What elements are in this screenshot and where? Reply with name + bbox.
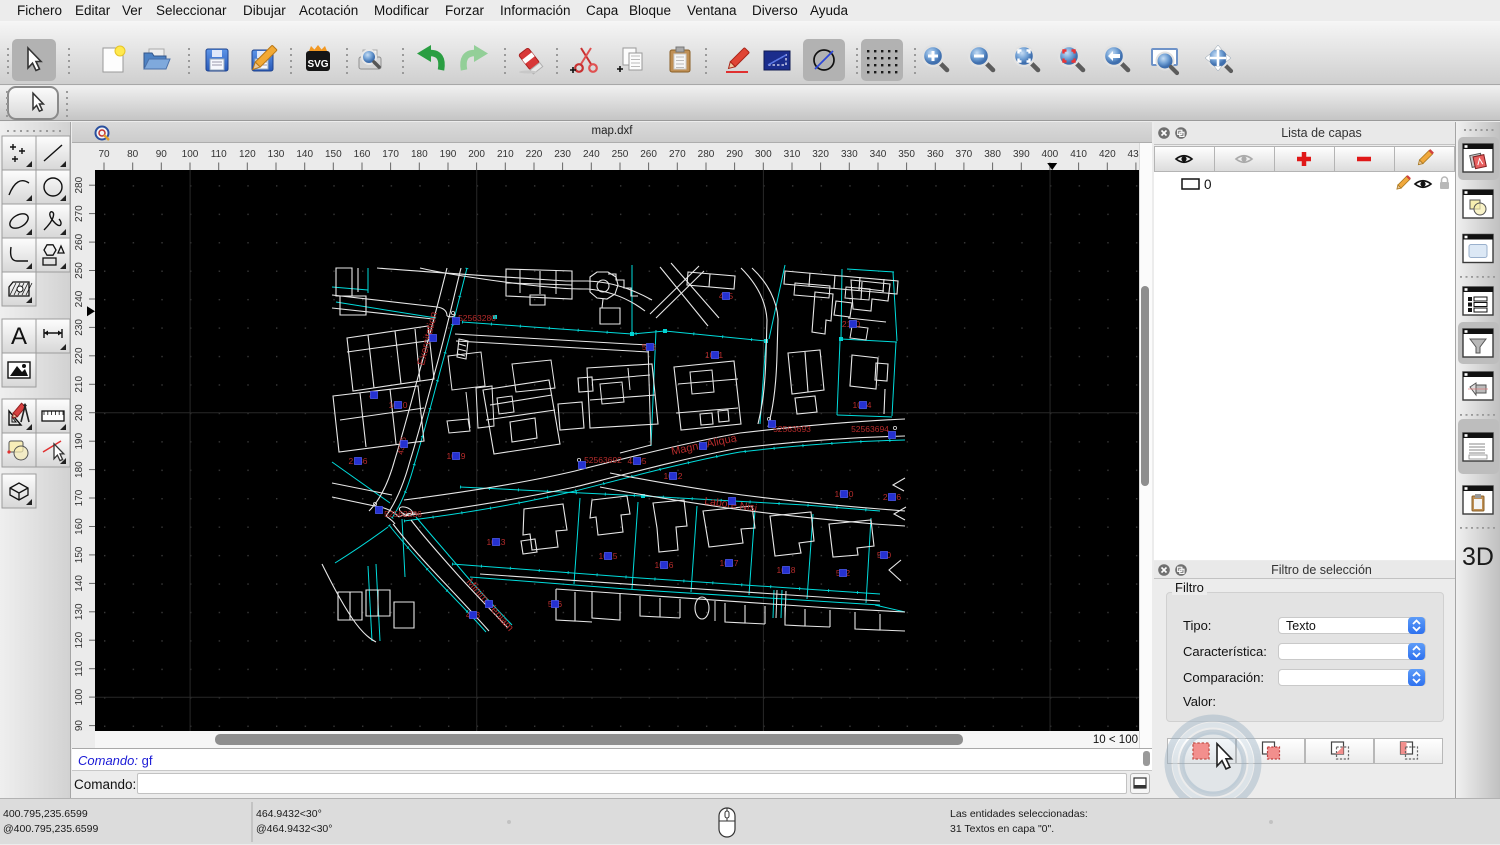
svg-text:300: 300 [755,149,772,160]
svg-text:SVG: SVG [307,59,328,70]
svg-text:90: 90 [74,720,85,731]
svg-text:130: 130 [268,149,285,160]
svg-text:410: 410 [1070,149,1087,160]
svg-text:260: 260 [640,149,657,160]
svg-text:160: 160 [354,149,371,160]
svg-text:180: 180 [411,149,428,160]
svg-text:360: 360 [927,149,944,160]
svg-text:230: 230 [554,149,571,160]
svg-text:100: 100 [74,688,85,705]
svg-text:420: 420 [1099,149,1116,160]
svg-text:110: 110 [211,149,227,160]
svg-text:270: 270 [669,149,686,160]
svg-text:250: 250 [74,262,85,279]
svg-text:240: 240 [583,149,600,160]
svg-text:120: 120 [239,149,256,160]
svg-text:290: 290 [726,149,743,160]
svg-text:230: 230 [74,319,85,336]
svg-text:180: 180 [74,461,85,478]
svg-text:370: 370 [956,149,973,160]
svg-text:150: 150 [325,149,342,160]
svg-text:170: 170 [382,149,399,160]
svg-text:280: 280 [698,149,715,160]
svg-text:340: 340 [870,149,887,160]
svg-text:220: 220 [74,347,85,364]
svg-text:3D: 3D [1462,543,1494,571]
svg-text:240: 240 [74,290,85,307]
svg-text:190: 190 [74,432,85,449]
svg-text:200: 200 [468,149,485,160]
svg-text:150: 150 [74,546,85,563]
svg-text:52563693: 52563693 [773,424,811,434]
svg-text:210: 210 [497,149,514,160]
svg-text:390: 390 [1013,149,1030,160]
svg-text:430: 430 [1128,149,1139,160]
svg-text:160: 160 [74,518,85,535]
svg-text:380: 380 [984,149,1001,160]
svg-text:52563694: 52563694 [851,424,889,434]
svg-text:250: 250 [612,149,629,160]
svg-text:130: 130 [74,603,85,620]
svg-text:52563280: 52563280 [458,313,496,323]
svg-text:70: 70 [98,149,110,160]
svg-text:400: 400 [1042,149,1059,160]
svg-text:330: 330 [841,149,858,160]
svg-text:140: 140 [296,149,313,160]
svg-text:90: 90 [156,149,168,160]
svg-text:120: 120 [74,631,85,648]
svg-text:52562236: 52562236 [384,509,422,519]
svg-text:110: 110 [74,660,85,676]
svg-text:100: 100 [182,149,199,160]
svg-text:310: 310 [784,149,801,160]
svg-text:190: 190 [440,149,457,160]
svg-text:350: 350 [898,149,915,160]
svg-text:140: 140 [74,575,85,592]
svg-text:320: 320 [812,149,829,160]
svg-text:A: A [11,323,27,350]
svg-text:200: 200 [74,404,85,421]
svg-text:210: 210 [74,376,85,393]
svg-text:170: 170 [74,489,85,506]
svg-text:80: 80 [127,149,139,160]
svg-text:220: 220 [526,149,543,160]
svg-text:270: 270 [74,205,85,222]
svg-text:260: 260 [74,233,85,250]
svg-text:280: 280 [74,176,85,193]
svg-text:52563692: 52563692 [584,455,622,465]
